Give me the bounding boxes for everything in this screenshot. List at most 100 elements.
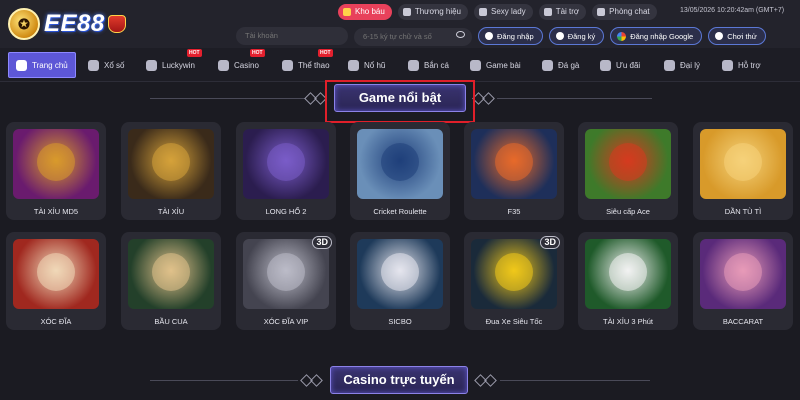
login-button[interactable]: Đăng nhập — [478, 27, 543, 45]
trial-button[interactable]: Chơi thử — [708, 27, 766, 45]
topnav-label: Thương hiệu — [414, 7, 461, 16]
game-name: SICBO — [388, 317, 412, 326]
nav-lottery[interactable]: Xổ số — [88, 52, 124, 78]
game-card[interactable]: XÓC ĐĨA — [6, 232, 106, 330]
nav-card-games[interactable]: Game bài — [470, 52, 521, 78]
game-card[interactable]: Cricket Roulette — [350, 122, 450, 220]
hot-badge: HOT — [250, 49, 265, 57]
nav-slots[interactable]: Nổ hũ — [348, 52, 385, 78]
game-card[interactable]: BẦU CUA — [121, 232, 221, 330]
header: ✪ EE88 Kho báu Thương hiệu Sexy lady Tài… — [0, 0, 800, 48]
fish-icon — [408, 59, 419, 71]
trial-label: Chơi thử — [727, 31, 757, 41]
game-card[interactable]: Siêu cấp Ace — [578, 122, 678, 220]
game-card[interactable]: BACCARAT — [693, 232, 793, 330]
game-thumbnail — [471, 129, 557, 199]
nav-label: Casino — [234, 60, 259, 70]
topnav-treasure[interactable]: Kho báu — [338, 4, 392, 20]
game-thumbnail — [357, 129, 443, 199]
divider-left — [150, 98, 305, 99]
game-art-shape — [381, 253, 419, 291]
nav-home[interactable]: Trang chủ — [8, 52, 76, 78]
game-name: TÀI XỈU MD5 — [33, 207, 79, 216]
game-card[interactable]: F35 — [464, 122, 564, 220]
game-thumbnail — [585, 239, 671, 309]
datetime-value: 13/05/2026 10:20:42am — [680, 7, 754, 14]
hot-badge: HOT — [187, 49, 202, 57]
lucky-bag-icon — [107, 15, 126, 33]
password-input[interactable] — [354, 28, 472, 46]
login-label: Đăng nhập — [497, 31, 534, 41]
nav-label: Luckywin — [162, 60, 195, 70]
game-card[interactable]: SICBO — [350, 232, 450, 330]
nav-label: Game bài — [486, 60, 521, 70]
register-button[interactable]: Đăng ký — [548, 27, 605, 45]
game-art-shape — [609, 143, 647, 181]
main-nav: Trang chủ Xổ số Luckywin HOT Casino HOT Th… — [0, 48, 800, 82]
game-name: BACCARAT — [722, 317, 764, 326]
game-art-shape — [267, 253, 305, 291]
login-bar: Đăng nhập Đăng ký Đăng nhập Google Chơi … — [236, 26, 766, 46]
game-card[interactable]: TÀI XỈU — [121, 122, 221, 220]
game-art-shape — [37, 143, 75, 181]
game-art-shape — [152, 253, 190, 291]
highlight-box — [325, 80, 475, 123]
game-card[interactable]: DẦN TÙ TÌ — [693, 122, 793, 220]
home-icon — [16, 59, 27, 71]
nav-casino[interactable]: Casino HOT — [218, 49, 265, 78]
site-logo[interactable]: ✪ EE88 — [8, 6, 138, 42]
rooster-icon — [542, 59, 553, 71]
game-name: Đua Xe Siêu Tốc — [485, 317, 543, 326]
google-icon — [617, 31, 627, 41]
nav-luckywin[interactable]: Luckywin HOT — [146, 49, 202, 78]
game-thumbnail — [585, 129, 671, 199]
logo-text: EE88 — [44, 10, 105, 37]
nav-label: Đá gà — [558, 60, 580, 70]
gift-icon — [343, 8, 351, 16]
game-thumbnail — [243, 239, 329, 309]
brand-icon — [402, 8, 411, 16]
google-login-button[interactable]: Đăng nhập Google — [610, 27, 703, 45]
nav-cockfight[interactable]: Đá gà — [542, 52, 579, 78]
username-input[interactable] — [236, 27, 348, 45]
game-thumbnail — [471, 239, 557, 309]
eye-icon[interactable] — [456, 31, 465, 38]
nav-agent[interactable]: Đại lý — [664, 52, 700, 78]
nav-sports[interactable]: Thể thao HOT — [282, 49, 333, 78]
nav-promotions[interactable]: Ưu đãi — [600, 52, 640, 78]
cards-icon — [470, 59, 481, 71]
nav-fishing[interactable]: Bắn cá — [408, 52, 449, 78]
logo-emblem-icon: ✪ — [8, 8, 40, 40]
nav-support[interactable]: Hỗ trợ — [722, 52, 761, 78]
game-card[interactable]: 3D XÓC ĐĨA VIP — [236, 232, 336, 330]
game-card[interactable]: 3D Đua Xe Siêu Tốc — [464, 232, 564, 330]
topnav-brand[interactable]: Thương hiệu — [397, 4, 468, 20]
play-icon — [479, 8, 487, 16]
game-thumbnail — [128, 239, 214, 309]
game-card[interactable]: TÀI XỈU 3 Phút — [578, 232, 678, 330]
nav-label: Thể thao — [298, 60, 330, 70]
game-name: TÀI XỈU 3 Phút — [602, 317, 654, 326]
game-thumbnail — [700, 239, 786, 309]
game-card[interactable]: TÀI XỈU MD5 — [6, 122, 106, 220]
badge-3d: 3D — [312, 236, 332, 249]
game-art-shape — [495, 143, 533, 181]
sports-icon — [282, 59, 293, 71]
game-name: F35 — [507, 207, 521, 216]
nav-label: Xổ số — [104, 60, 125, 70]
topnav-chat[interactable]: Phòng chat — [592, 4, 657, 20]
topnav-sponsor[interactable]: Tài trợ — [538, 4, 587, 20]
top-nav: Kho báu Thương hiệu Sexy lady Tài trợ Ph… — [338, 4, 657, 20]
slot-icon — [348, 59, 359, 71]
game-card[interactable]: LONG HỔ 2 — [236, 122, 336, 220]
game-thumbnail — [700, 129, 786, 199]
luckywin-icon — [146, 59, 157, 71]
support-icon — [722, 59, 733, 71]
google-label: Đăng nhập Google — [630, 31, 694, 41]
topnav-sexy-lady[interactable]: Sexy lady — [474, 4, 533, 20]
casino-icon — [218, 59, 229, 71]
agent-icon — [664, 59, 675, 71]
game-art-shape — [152, 143, 190, 181]
game-art-shape — [267, 143, 305, 181]
game-name: TÀI XỈU — [157, 207, 185, 216]
